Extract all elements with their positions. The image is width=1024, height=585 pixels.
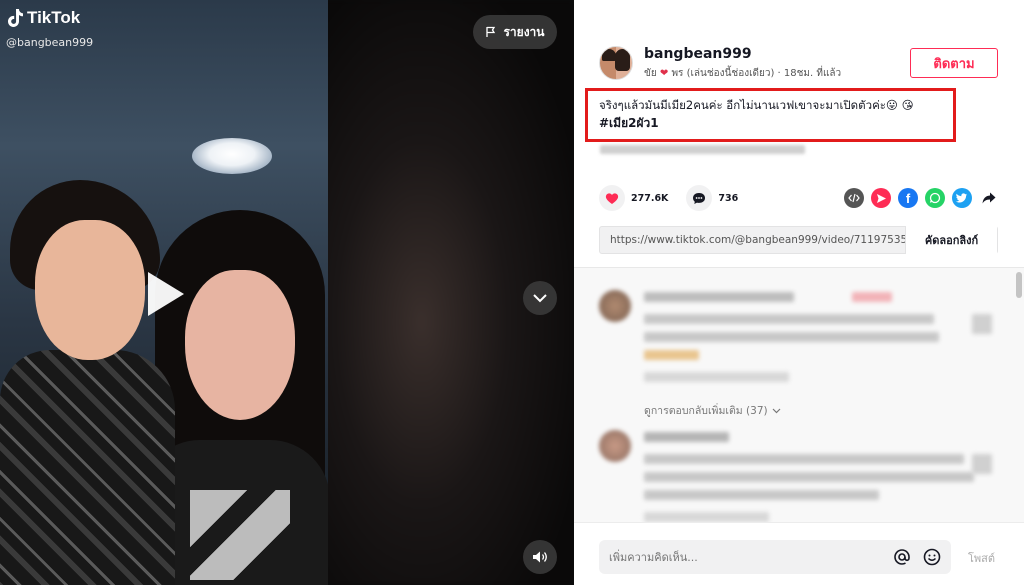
tiktok-note-icon [8, 9, 23, 27]
comments-list[interactable]: ดูการตอบกลับเพิ่มเติม (37) [574, 267, 1024, 522]
chevron-down-icon [772, 408, 781, 413]
view-more-replies[interactable]: ดูการตอบกลับเพิ่มเติม (37) [644, 402, 781, 419]
comment-like-blur [972, 454, 992, 474]
heart-emoji-icon: ❤ [659, 68, 669, 79]
comment-text-blur [644, 314, 934, 324]
like-button[interactable] [599, 185, 625, 211]
volume-button[interactable] [523, 540, 557, 574]
author-nickname-prefix: ขัย [644, 68, 657, 79]
comment-avatar[interactable] [599, 430, 631, 462]
comment-meta-blur [644, 512, 769, 522]
facebook-icon[interactable]: f [898, 188, 918, 208]
twitter-icon[interactable] [952, 188, 972, 208]
flag-icon [486, 26, 496, 37]
comment-text-blur [644, 454, 964, 464]
comment-emoji-blur [644, 350, 699, 360]
comment-meta-blur [644, 372, 789, 382]
comment-like-blur [972, 314, 992, 334]
comment-text-blur [644, 472, 974, 482]
comment-avatar[interactable] [599, 290, 631, 322]
comment-text-blur [644, 332, 939, 342]
comments-scrollbar[interactable] [1016, 272, 1022, 298]
caption-hashtag[interactable]: #เมีย2ผัว1 [599, 114, 659, 133]
man-figure [0, 180, 175, 585]
embed-icon[interactable] [844, 188, 864, 208]
chevron-down-icon [533, 294, 547, 303]
post-button[interactable]: โพสต์ [968, 549, 995, 567]
tiktok-brand-text: TikTok [27, 8, 81, 27]
comment-text-blur [644, 490, 879, 500]
volume-icon [533, 551, 547, 563]
play-icon[interactable] [148, 272, 184, 316]
report-label: รายงาน [503, 24, 545, 39]
share-icons: f [844, 188, 999, 208]
comment-emoji-blur [852, 292, 892, 302]
comment-composer: โพสต์ [574, 522, 1024, 585]
report-button[interactable]: รายงาน [473, 15, 557, 49]
share-arrow-icon[interactable] [979, 188, 999, 208]
author-avatar[interactable] [599, 46, 633, 80]
author-subtitle: ขัย ❤ พร (เล่นช่องนี้ช่องเดียว) · 18ชม. … [644, 66, 841, 81]
author-username[interactable]: bangbean999 [644, 46, 752, 62]
blurred-music-line [600, 145, 805, 154]
watermark-username: @bangbean999 [6, 36, 94, 49]
mention-icon[interactable] [892, 547, 912, 567]
whatsapp-icon[interactable] [925, 188, 945, 208]
ceiling-lamp [192, 138, 272, 174]
comment-count: 736 [718, 192, 739, 204]
video-link-text[interactable]: https://www.tiktok.com/@bangbean999/vide… [600, 234, 905, 246]
copy-link-button[interactable]: คัดลอกลิงก์ [905, 226, 997, 254]
caption-text: จริงๆแล้วมันมีเมีย2คนค่ะ อีกไม่นานเวฟเขา… [599, 98, 914, 112]
comment-icon [693, 192, 706, 204]
heart-icon [605, 192, 619, 204]
video-link-bar: https://www.tiktok.com/@bangbean999/vide… [599, 226, 998, 254]
engagement-actions: 277.6K 736 [599, 185, 738, 211]
follow-button[interactable]: ติดตาม [910, 48, 998, 78]
more-replies-label: ดูการตอบกลับเพิ่มเติม (37) [644, 405, 768, 417]
video-pane[interactable]: TikTok @bangbean999 รายงาน [0, 0, 574, 585]
video-frame[interactable]: TikTok @bangbean999 [0, 0, 328, 585]
tiktok-watermark-logo: TikTok [6, 8, 80, 28]
comment-author-blur [644, 292, 794, 302]
like-count: 277.6K [631, 192, 669, 204]
emoji-icon[interactable] [922, 547, 942, 567]
comment-button[interactable] [686, 185, 713, 211]
next-video-button[interactable] [523, 281, 557, 315]
comment-author-blur [644, 432, 729, 442]
send-icon[interactable] [871, 188, 891, 208]
details-pane: bangbean999 ขัย ❤ พร (เล่นช่องนี้ช่องเดี… [574, 0, 1024, 585]
author-nickname-suffix: พร (เล่นช่องนี้ช่องเดียว) · 18ชม. ที่แล้… [671, 68, 842, 79]
tiktok-video-page: TikTok @bangbean999 รายงาน bangbean999 ข… [0, 0, 1024, 585]
